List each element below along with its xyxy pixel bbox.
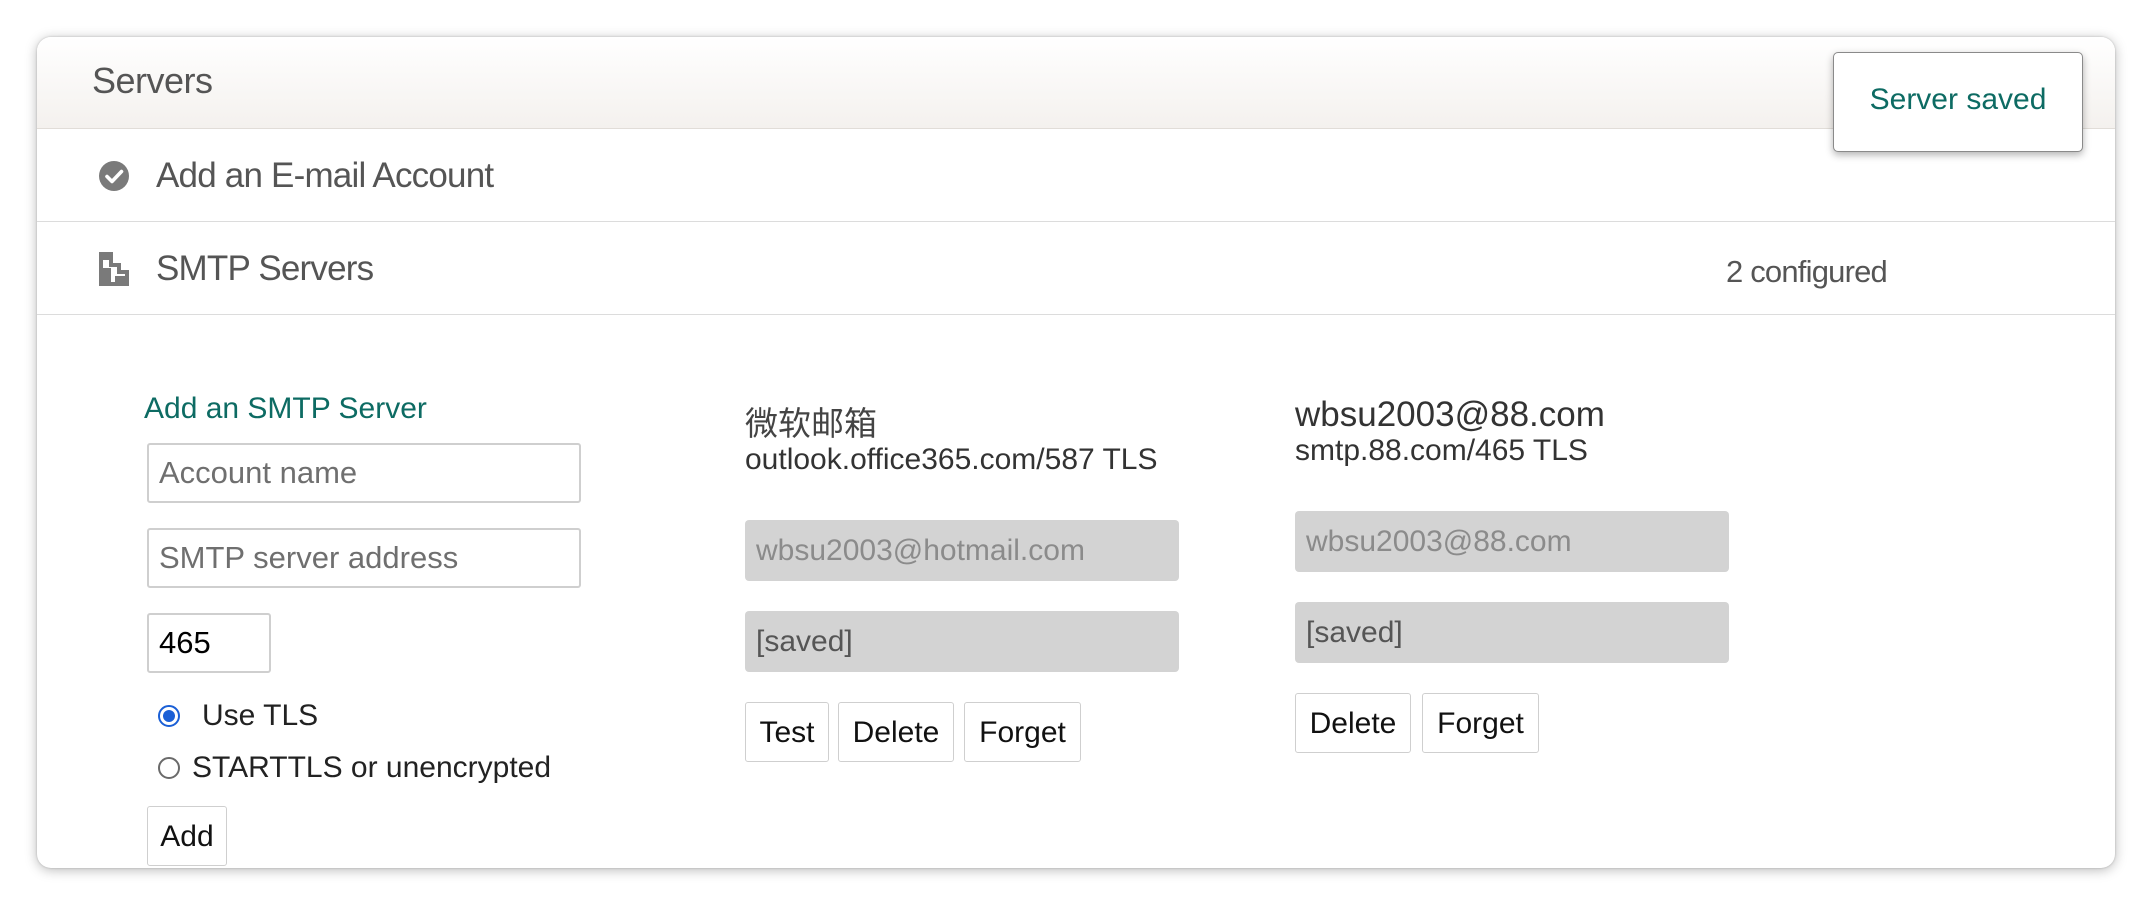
servers-panel: Servers Add an E-mail Account SMTP Serve… xyxy=(37,37,2115,868)
add-button[interactable]: Add xyxy=(147,806,227,866)
toast-message: Server saved xyxy=(1869,83,2047,116)
server-password-field: [saved] xyxy=(745,611,1179,672)
starttls-option[interactable]: STARTTLS or unencrypted xyxy=(158,751,551,785)
forget-button[interactable]: Forget xyxy=(1422,693,1539,753)
account-name-input[interactable] xyxy=(147,443,581,503)
use-tls-radio[interactable] xyxy=(158,705,180,727)
server-host: outlook.office365.com/587 TLS xyxy=(745,443,1158,476)
smtp-address-input[interactable] xyxy=(147,528,581,588)
check-circle-icon xyxy=(99,161,129,191)
starttls-radio[interactable] xyxy=(158,757,180,779)
panel-title: Servers xyxy=(92,60,213,101)
port-input[interactable] xyxy=(147,613,271,673)
server-username-field: wbsu2003@88.com xyxy=(1295,511,1729,572)
test-button[interactable]: Test xyxy=(745,702,829,762)
server-saved-toast: Server saved xyxy=(1833,52,2083,152)
delete-button[interactable]: Delete xyxy=(1295,693,1411,753)
email-account-label: Add an E-mail Account xyxy=(156,156,494,195)
add-smtp-server-title: Add an SMTP Server xyxy=(144,392,427,425)
email-account-row[interactable]: Add an E-mail Account xyxy=(37,129,2115,222)
server-host: smtp.88.com/465 TLS xyxy=(1295,434,1588,467)
server-name: wbsu2003@88.com xyxy=(1295,395,1605,434)
starttls-label: STARTTLS or unencrypted xyxy=(192,751,552,784)
server-username-field: wbsu2003@hotmail.com xyxy=(745,520,1179,581)
forget-button[interactable]: Forget xyxy=(964,702,1081,762)
panel-header: Servers xyxy=(37,37,2115,129)
use-tls-option[interactable]: Use TLS xyxy=(158,699,318,733)
server-doc-icon xyxy=(99,252,129,286)
smtp-servers-label: SMTP Servers xyxy=(156,249,374,288)
smtp-servers-row[interactable]: SMTP Servers 2 configured xyxy=(37,222,2115,315)
server-name: 微软邮箱 xyxy=(745,405,877,442)
configured-count: 2 configured xyxy=(1725,254,1888,289)
server-password-field: [saved] xyxy=(1295,602,1729,663)
use-tls-label: Use TLS xyxy=(202,699,319,732)
delete-button[interactable]: Delete xyxy=(838,702,954,762)
